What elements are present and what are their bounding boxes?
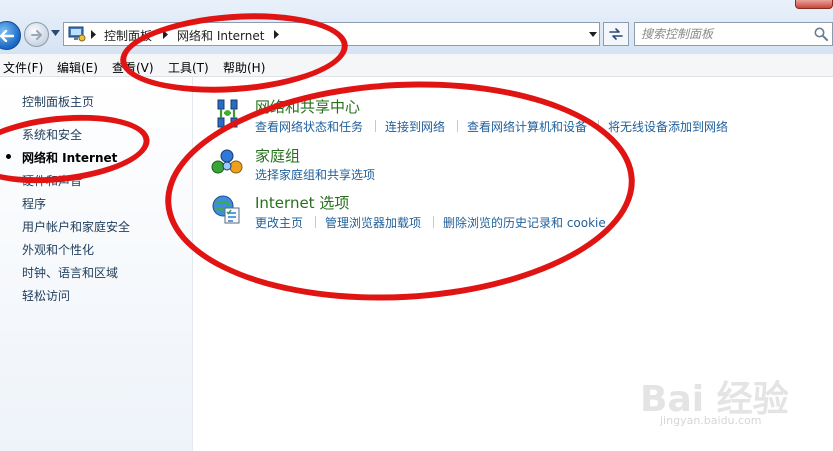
link-manage-addons[interactable]: 管理浏览器加载项 <box>325 214 421 231</box>
window-close-button[interactable] <box>795 0 833 9</box>
sidebar-item-user-accounts[interactable]: 用户帐户和家庭安全 <box>22 218 130 235</box>
link-separator <box>375 120 376 132</box>
breadcrumb-separator-icon[interactable] <box>91 30 96 39</box>
link-separator <box>315 216 316 228</box>
link-delete-browsing-history[interactable]: 删除浏览的历史记录和 cookie <box>443 214 606 231</box>
address-toolbar: 控制面板 网络和 Internet <box>0 0 833 54</box>
refresh-button[interactable] <box>603 22 629 46</box>
category-title-internet-options[interactable]: Internet 选项 <box>255 192 349 213</box>
link-separator <box>433 216 434 228</box>
sidebar-item-hardware-sound[interactable]: 硬件和声音 <box>22 172 82 189</box>
refresh-icon <box>609 28 623 40</box>
breadcrumb-separator-icon[interactable] <box>274 30 279 39</box>
link-connect-to-network[interactable]: 连接到网络 <box>385 118 445 135</box>
control-panel-icon <box>68 26 86 42</box>
breadcrumb-network-internet[interactable]: 网络和 Internet <box>177 27 264 44</box>
category-title-homegroup[interactable]: 家庭组 <box>255 145 300 166</box>
link-separator <box>457 120 458 132</box>
forward-button[interactable] <box>24 22 49 47</box>
menu-view[interactable]: 查看(V) <box>112 59 154 76</box>
arrow-right-icon <box>30 29 42 40</box>
search-input[interactable] <box>641 25 811 43</box>
menu-file[interactable]: 文件(F) <box>3 59 43 76</box>
menu-help[interactable]: 帮助(H) <box>223 59 265 76</box>
internet-options-icon[interactable] <box>211 194 243 226</box>
sidebar-item-programs[interactable]: 程序 <box>22 195 46 212</box>
current-item-bullet <box>6 154 11 159</box>
sidebar-item-control-panel-home[interactable]: 控制面板主页 <box>22 93 94 110</box>
link-view-network-computers[interactable]: 查看网络计算机和设备 <box>467 118 587 135</box>
sidebar-item-appearance[interactable]: 外观和个性化 <box>22 241 94 258</box>
category-title-network-sharing[interactable]: 网络和共享中心 <box>255 96 360 117</box>
search-box[interactable] <box>634 22 833 46</box>
address-bar[interactable]: 控制面板 网络和 Internet <box>63 22 600 46</box>
menu-edit[interactable]: 编辑(E) <box>57 59 98 76</box>
menu-bar: 文件(F) 编辑(E) 查看(V) 工具(T) 帮助(H) <box>0 54 833 77</box>
link-change-homepage[interactable]: 更改主页 <box>255 214 303 231</box>
link-homegroup-sharing-options[interactable]: 选择家庭组和共享选项 <box>255 166 375 183</box>
breadcrumb-control-panel[interactable]: 控制面板 <box>104 27 152 44</box>
search-icon[interactable] <box>814 27 828 41</box>
link-view-network-status[interactable]: 查看网络状态和任务 <box>255 118 363 135</box>
link-add-wireless-device[interactable]: 将无线设备添加到网络 <box>608 118 728 135</box>
left-nav-pane: 控制面板主页 系统和安全 网络和 Internet 硬件和声音 程序 用户帐户和… <box>0 77 193 451</box>
sidebar-item-network-internet: 网络和 Internet <box>22 151 118 165</box>
homegroup-icon[interactable] <box>211 148 243 176</box>
watermark-url: jingyan.baidu.com <box>660 414 762 427</box>
sidebar-item-clock-language-region[interactable]: 时钟、语言和区域 <box>22 264 118 281</box>
recent-pages-dropdown-icon[interactable] <box>51 30 60 36</box>
breadcrumb-separator-icon[interactable] <box>163 30 168 39</box>
menu-tools[interactable]: 工具(T) <box>168 59 209 76</box>
arrow-left-icon <box>0 29 14 42</box>
address-history-dropdown-icon[interactable] <box>589 32 597 37</box>
sidebar-item-ease-of-access[interactable]: 轻松访问 <box>22 287 70 304</box>
network-sharing-center-icon[interactable] <box>214 98 242 130</box>
sidebar-item-system-security[interactable]: 系统和安全 <box>22 126 82 143</box>
link-separator <box>598 120 599 132</box>
back-button[interactable] <box>0 21 21 50</box>
